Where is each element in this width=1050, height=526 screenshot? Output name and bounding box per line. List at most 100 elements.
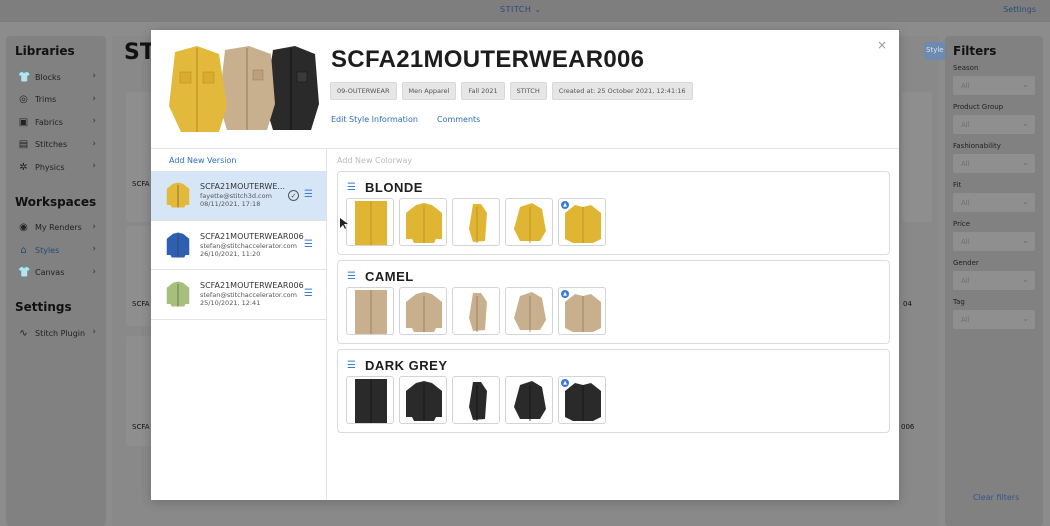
colorway-thumbnail[interactable]: [346, 287, 394, 335]
colorway-thumbnail[interactable]: [505, 198, 553, 246]
drag-handle-icon[interactable]: ☰: [347, 361, 356, 371]
sidebar-item-label: Physics: [35, 162, 65, 172]
colorway-thumbnails: ▲: [346, 287, 606, 335]
sidebar-item-fabrics[interactable]: ▣ Fabrics ›: [6, 111, 106, 134]
sidebar-item-physics[interactable]: ✲ Physics ›: [6, 156, 106, 179]
colorway-thumbnail[interactable]: [452, 198, 500, 246]
sidebar-item-label: Canvas: [35, 268, 65, 278]
category-tag: 09-OUTERWEAR: [330, 82, 397, 100]
filter-select[interactable]: All ⌄: [953, 76, 1035, 95]
colorway-thumbnail[interactable]: [505, 287, 553, 335]
colorway-thumbnail[interactable]: [346, 376, 394, 424]
filter-select[interactable]: All ⌄: [953, 193, 1035, 212]
settings-link[interactable]: Settings: [1003, 5, 1036, 14]
add-new-version-link[interactable]: Add New Version: [169, 156, 326, 171]
version-author: stefan@stitchaccelerator.com: [200, 241, 297, 250]
colorway-thumbnail[interactable]: [452, 376, 500, 424]
filter-select-value: All: [961, 199, 970, 207]
filters-panel: Filters Season All ⌄ Product Group All ⌄ Fashi…: [945, 36, 1043, 526]
colorway-thumbnail[interactable]: [399, 376, 447, 424]
filter-select-value: All: [961, 121, 970, 129]
colorway-thumbnail[interactable]: [452, 287, 500, 335]
sidebar-item-my-renders[interactable]: ◉ My Renders ›: [6, 217, 106, 240]
sidebar-item-label: Blocks: [35, 72, 61, 82]
version-author: stefan@stitchaccelerator.com: [200, 291, 297, 300]
drag-handle-icon[interactable]: ☰: [347, 183, 356, 193]
version-menu-icon[interactable]: ☰: [304, 289, 313, 299]
product-group-tag: Men Apparel: [401, 82, 457, 100]
chevron-right-icon: ›: [92, 93, 96, 104]
sidebar-item-label: My Renders: [35, 223, 82, 233]
fabric-icon: ▣: [18, 116, 29, 128]
button-icon: ◎: [19, 94, 28, 106]
colorway-thumbnail[interactable]: [505, 376, 553, 424]
blonde-jacket-image: [169, 46, 227, 132]
version-thumbnail: [163, 228, 193, 262]
filter-label: Tag: [953, 298, 965, 306]
chevron-down-icon: ⌄: [1022, 158, 1029, 167]
colorway-card: ☰ CAMEL ▲: [337, 260, 890, 344]
filter-label: Fit: [953, 181, 962, 189]
version-row[interactable]: SCFA21MOUTERWEAR006 stefan@stitchaccelera…: [151, 270, 326, 320]
colorway-card: ☰ DARK GREY ▲: [337, 349, 890, 433]
filter-select[interactable]: All ⌄: [953, 232, 1035, 251]
camel-jacket-image: [219, 46, 275, 130]
filter-select[interactable]: All ⌄: [953, 271, 1035, 290]
version-date: 26/10/2021, 11:20: [200, 249, 261, 258]
chevron-right-icon: ›: [92, 138, 96, 149]
colorway-thumbnail[interactable]: [346, 198, 394, 246]
chevron-right-icon: ›: [92, 327, 96, 337]
sidebar-item-styles[interactable]: ⌂ Styles ›: [6, 239, 106, 262]
active-version-check-icon[interactable]: ✓: [288, 190, 299, 201]
brand-tag: STITCH: [509, 82, 547, 100]
edit-style-information-link[interactable]: Edit Style Information: [331, 115, 418, 124]
render-badge-icon: ▲: [561, 201, 569, 209]
colorway-thumbnail[interactable]: ▲: [558, 376, 606, 424]
filter-select[interactable]: All ⌄: [953, 154, 1035, 173]
sidebar-item-canvas[interactable]: 👕 Canvas ›: [6, 262, 106, 285]
style-tile[interactable]: [126, 226, 152, 326]
close-icon[interactable]: ×: [877, 38, 887, 52]
colorway-card: ☰ BLONDE ▲: [337, 171, 890, 255]
version-row[interactable]: SCFA21MOUTERWE... fayette@stitch3d.com 08/…: [151, 171, 326, 221]
version-menu-icon[interactable]: ☰: [304, 190, 313, 200]
clear-filters-link[interactable]: Clear filters: [973, 493, 1019, 502]
filter-select[interactable]: All ⌄: [953, 310, 1035, 329]
filter-select-value: All: [961, 82, 970, 90]
sidebar-item-label: Stitches: [35, 140, 68, 150]
colorway-thumbnail[interactable]: ▲: [558, 198, 606, 246]
chevron-down-icon: ⌄: [1022, 236, 1029, 245]
colorway-thumbnail[interactable]: [399, 198, 447, 246]
new-style-button-label: Style: [926, 46, 944, 54]
version-title: SCFA21MOUTERWE...: [200, 182, 286, 192]
hanger-icon: ⌂: [20, 244, 27, 256]
colorway-thumbnail[interactable]: ▲: [558, 287, 606, 335]
version-title: SCFA21MOUTERWEAR006: [200, 281, 304, 291]
filter-select[interactable]: All ⌄: [953, 115, 1035, 134]
sidebar-item-label: Styles: [35, 245, 60, 255]
sidebar-item-blocks[interactable]: 👕 Blocks ›: [6, 66, 106, 89]
colorway-name: DARK GREY: [365, 358, 448, 373]
workspace-switcher[interactable]: STITCH ⌄: [500, 5, 542, 14]
sidebar-item-trims[interactable]: ◎ Trims ›: [6, 89, 106, 112]
top-bar: STITCH ⌄ Settings: [0, 0, 1050, 22]
filter-select-value: All: [961, 238, 970, 246]
settings-heading: Settings: [15, 300, 72, 314]
sidebar-item-stitch-plugin[interactable]: ∿ Stitch Plugin ›: [6, 322, 106, 345]
style-tile[interactable]: [126, 92, 152, 222]
chevron-right-icon: ›: [92, 244, 96, 254]
version-menu-icon[interactable]: ☰: [304, 239, 313, 250]
stitches-icon: ▤: [18, 139, 29, 151]
colorway-thumbnails: ▲: [346, 198, 606, 246]
drag-handle-icon[interactable]: ☰: [347, 272, 356, 282]
version-row[interactable]: SCFA21MOUTERWEAR006 stefan@stitchaccelera…: [151, 221, 326, 270]
filter-label: Fashionability: [953, 142, 1001, 150]
style-tile[interactable]: [902, 92, 932, 222]
add-new-colorway-link[interactable]: Add New Colorway: [337, 156, 899, 171]
colorway-thumbnail[interactable]: [399, 287, 447, 335]
sidebar-item-stitches[interactable]: ▤ Stitches ›: [6, 134, 106, 157]
comments-link[interactable]: Comments: [437, 115, 480, 124]
version-date: 08/11/2021, 17:18: [200, 200, 261, 209]
sidebar-item-label: Trims: [35, 95, 57, 105]
version-thumbnail: [163, 178, 193, 212]
